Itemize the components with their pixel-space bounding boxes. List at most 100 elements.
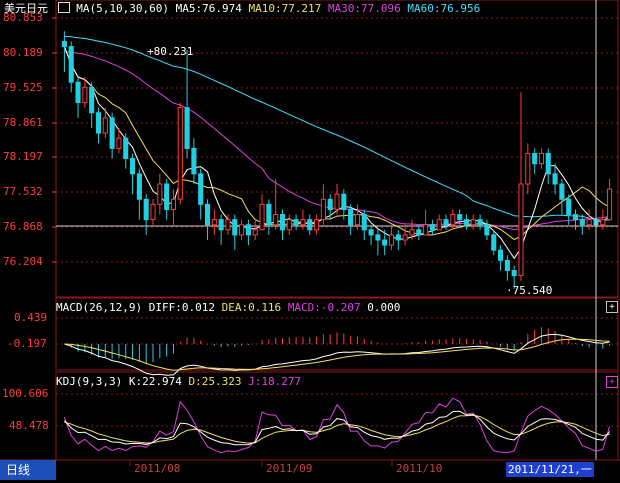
chart-window: 美元日元 MA(5,10,30,60) MA5:76.974 MA10:77.2… bbox=[0, 0, 620, 480]
candle-body bbox=[273, 214, 279, 226]
price-label-1: 80.189 bbox=[3, 46, 43, 59]
candle-body bbox=[143, 198, 149, 221]
candle-body bbox=[559, 183, 565, 200]
kdj-header: KDJ(9,3,3) K:22.974 D:25.323 J:18.277 bbox=[56, 375, 301, 388]
candle-body bbox=[436, 219, 442, 231]
candle-body bbox=[341, 193, 347, 210]
low-annotation: ·75.540 bbox=[506, 284, 553, 297]
candle-body bbox=[402, 234, 408, 241]
kdj-d-line bbox=[64, 414, 610, 444]
candle-body bbox=[320, 198, 326, 221]
candle-body bbox=[395, 234, 401, 241]
kdj-k: K:22.974 bbox=[128, 375, 182, 388]
candle-body bbox=[184, 107, 190, 149]
candle-body bbox=[600, 219, 606, 226]
candle-body bbox=[164, 183, 170, 210]
ma60-value: MA60:76.956 bbox=[407, 2, 481, 15]
candle-body bbox=[191, 147, 197, 175]
candle-body bbox=[532, 152, 538, 165]
candle-body bbox=[218, 219, 224, 231]
ma-params: MA(5,10,30,60) bbox=[76, 2, 169, 15]
kdj-label-1: 48.478 bbox=[9, 419, 49, 432]
candle-body bbox=[586, 219, 592, 226]
macd-label-1: -0.197 bbox=[7, 337, 47, 350]
candle-body bbox=[518, 183, 524, 277]
candle-body bbox=[504, 259, 510, 272]
candle-body bbox=[545, 152, 551, 175]
candle-body bbox=[279, 214, 286, 231]
month-label-sep: 2011/09 bbox=[266, 462, 313, 475]
price-label-5: 77.532 bbox=[3, 185, 43, 198]
ma5-value: MA5:76.974 bbox=[175, 2, 242, 15]
candle-body bbox=[150, 203, 156, 221]
kdj-expand-button[interactable]: + bbox=[606, 376, 618, 388]
candle-body bbox=[375, 234, 381, 241]
candle-body bbox=[136, 173, 142, 200]
price-label-0: 80.853 bbox=[3, 11, 43, 24]
macd-header: MACD(26,12,9) DIFF:0.012 DEA:0.116 MACD:… bbox=[56, 301, 400, 314]
candle-body bbox=[266, 203, 272, 226]
candle-body bbox=[572, 214, 579, 221]
month-label-aug: 2011/08 bbox=[134, 462, 181, 475]
macd-dea: DEA:0.116 bbox=[221, 301, 282, 314]
candle-body bbox=[423, 224, 429, 236]
candle-body bbox=[314, 219, 320, 231]
candle-body bbox=[300, 219, 306, 226]
candle-body bbox=[75, 81, 81, 104]
candle-body bbox=[416, 229, 422, 236]
candle-body bbox=[409, 229, 415, 236]
candle-body bbox=[361, 214, 367, 231]
candle-body bbox=[484, 224, 490, 236]
candle-body bbox=[525, 152, 531, 185]
macd-diff: DIFF:0.012 bbox=[148, 301, 215, 314]
candle-body bbox=[607, 188, 613, 221]
candle-body bbox=[491, 234, 497, 251]
candle-body bbox=[334, 193, 340, 210]
macd-expand-button[interactable]: + bbox=[606, 301, 618, 313]
ma10-value: MA10:77.217 bbox=[248, 2, 322, 15]
price-label-6: 76.868 bbox=[3, 220, 43, 233]
candle-body bbox=[82, 86, 88, 104]
ma-toggle-icon[interactable] bbox=[57, 2, 70, 13]
macd-value: MACD:-0.207 bbox=[287, 301, 361, 314]
candle-body bbox=[211, 219, 217, 226]
ma30-value: MA30:77.096 bbox=[327, 2, 401, 15]
price-header: 美元日元 MA(5,10,30,60) MA5:76.974 MA10:77.2… bbox=[4, 2, 480, 15]
candle-body bbox=[286, 219, 292, 231]
chart-canvas[interactable] bbox=[0, 0, 620, 480]
kdj-j: J:18.277 bbox=[248, 375, 302, 388]
macd-zero: 0.000 bbox=[367, 301, 401, 314]
price-label-4: 78.197 bbox=[3, 150, 43, 163]
period-tab[interactable]: 日线 bbox=[0, 460, 56, 480]
candle-body bbox=[457, 214, 463, 221]
price-label-7: 76.204 bbox=[3, 255, 43, 268]
candle-body bbox=[177, 107, 183, 200]
kdj-d: D:25.323 bbox=[188, 375, 242, 388]
price-panel-frame bbox=[55, 0, 619, 298]
candle-body bbox=[579, 219, 585, 226]
candle-body bbox=[566, 198, 572, 216]
candle-body bbox=[307, 219, 313, 231]
candle-body bbox=[102, 117, 108, 134]
candle-body bbox=[443, 219, 449, 226]
candle-body bbox=[477, 219, 483, 226]
candle-body bbox=[198, 173, 204, 205]
month-label-oct: 2011/10 bbox=[396, 462, 443, 475]
candle-body bbox=[116, 137, 122, 149]
candle-body bbox=[552, 173, 558, 185]
high-annotation: +80.231 bbox=[147, 45, 194, 58]
candle-body bbox=[450, 214, 456, 226]
candle-body bbox=[130, 158, 136, 175]
candle-body bbox=[232, 219, 238, 236]
candle-body bbox=[463, 219, 470, 226]
candle-body bbox=[109, 117, 115, 149]
candle-body bbox=[225, 219, 231, 231]
macd-params: MACD(26,12,9) bbox=[56, 301, 143, 314]
candle-body bbox=[252, 229, 258, 236]
candle-body bbox=[538, 152, 544, 165]
candle-body bbox=[259, 203, 265, 231]
candle-body bbox=[68, 46, 74, 83]
candle-body bbox=[429, 224, 435, 231]
low-value: 75.540 bbox=[512, 284, 553, 297]
candle-body bbox=[245, 224, 251, 236]
